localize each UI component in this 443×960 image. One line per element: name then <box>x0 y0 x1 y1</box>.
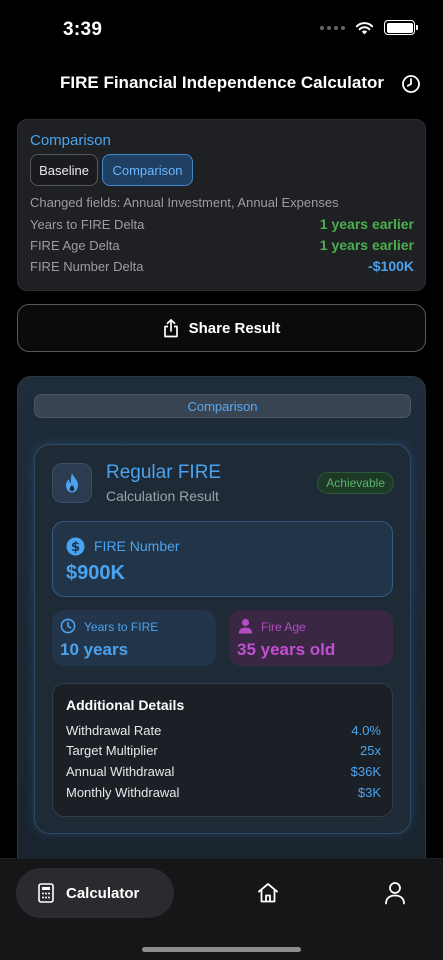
additional-details-title: Additional Details <box>66 697 185 713</box>
app-header: FIRE Financial Independence Calculator <box>0 64 443 104</box>
detail-value: 4.0% <box>351 723 381 738</box>
detail-label: Annual Withdrawal <box>66 764 175 779</box>
status-icons <box>320 20 418 35</box>
clock-icon <box>60 618 76 634</box>
person-icon <box>238 618 253 634</box>
fire-number-value: $900K <box>66 562 125 584</box>
delta-label: FIRE Number Delta <box>30 259 144 274</box>
history-icon[interactable] <box>401 74 421 94</box>
delta-value: 1 years earlier <box>319 216 414 232</box>
fire-result-card: Regular FIRE Calculation Result Achievab… <box>34 444 411 834</box>
tab-calculator-label: Calculator <box>66 884 140 902</box>
fire-age-box: Fire Age 35 years old <box>229 610 393 666</box>
fire-age-delta-row: FIRE Age Delta 1 years earlier <box>30 237 414 256</box>
delta-label: Years to FIRE Delta <box>30 217 145 232</box>
changed-fields-text: Changed fields: Annual Investment, Annua… <box>30 195 339 210</box>
years-to-fire-box: Years to FIRE 10 years <box>52 610 216 666</box>
fire-number-box: $ FIRE Number $900K <box>52 521 393 597</box>
comparison-tab[interactable]: Comparison <box>34 394 411 418</box>
status-badge: Achievable <box>317 472 394 494</box>
home-icon[interactable] <box>256 881 280 905</box>
profile-icon[interactable] <box>384 881 406 905</box>
annual-withdrawal-row: Annual Withdrawal $36K <box>66 764 381 782</box>
delta-value: -$100K <box>368 258 414 274</box>
status-bar: 3:39 <box>0 0 443 56</box>
tab-calculator[interactable]: Calculator <box>16 868 174 918</box>
result-panel: Comparison Regular FIRE Calculation Resu… <box>17 376 426 876</box>
share-icon <box>163 318 178 337</box>
fire-icon-box <box>52 463 92 503</box>
battery-icon <box>384 20 418 35</box>
status-time: 3:39 <box>63 19 103 40</box>
detail-label: Withdrawal Rate <box>66 723 162 738</box>
fire-number-delta-row: FIRE Number Delta -$100K <box>30 258 414 277</box>
fire-age-label: Fire Age <box>261 620 306 634</box>
withdrawal-rate-row: Withdrawal Rate 4.0% <box>66 723 381 741</box>
home-indicator <box>142 947 301 952</box>
flame-icon <box>66 473 78 493</box>
fire-subtitle: Calculation Result <box>106 488 219 504</box>
bottom-tab-bar: Calculator <box>0 858 443 960</box>
dollar-icon: $ <box>66 537 85 556</box>
detail-label: Monthly Withdrawal <box>66 785 180 800</box>
fire-age-value: 35 years old <box>237 640 336 659</box>
comparison-heading: Comparison <box>30 132 111 149</box>
signal-dots-icon <box>320 25 345 30</box>
comparison-card: Comparison Baseline Comparison Changed f… <box>17 119 426 291</box>
detail-label: Target Multiplier <box>66 743 158 758</box>
wifi-icon <box>355 21 374 34</box>
fire-number-label: FIRE Number <box>94 538 180 554</box>
calculator-icon <box>38 883 54 903</box>
svg-text:$: $ <box>71 540 80 555</box>
detail-value: $36K <box>350 764 381 779</box>
monthly-withdrawal-row: Monthly Withdrawal $3K <box>66 785 381 803</box>
share-result-label: Share Result <box>188 319 281 337</box>
detail-value: 25x <box>360 743 381 758</box>
baseline-button[interactable]: Baseline <box>30 154 98 186</box>
additional-details-box: Additional Details Withdrawal Rate 4.0% … <box>52 683 393 817</box>
share-result-button[interactable]: Share Result <box>17 304 426 352</box>
detail-value: $3K <box>357 785 381 800</box>
fire-type-title: Regular FIRE <box>106 462 222 483</box>
delta-value: 1 years earlier <box>319 237 414 253</box>
years-to-fire-delta-row: Years to FIRE Delta 1 years earlier <box>30 216 414 235</box>
target-multiplier-row: Target Multiplier 25x <box>66 743 381 761</box>
comparison-button[interactable]: Comparison <box>102 154 193 186</box>
delta-label: FIRE Age Delta <box>30 238 120 253</box>
years-to-fire-value: 10 years <box>60 640 129 659</box>
years-to-fire-label: Years to FIRE <box>84 620 159 634</box>
page-title: FIRE Financial Independence Calculator <box>60 73 385 92</box>
